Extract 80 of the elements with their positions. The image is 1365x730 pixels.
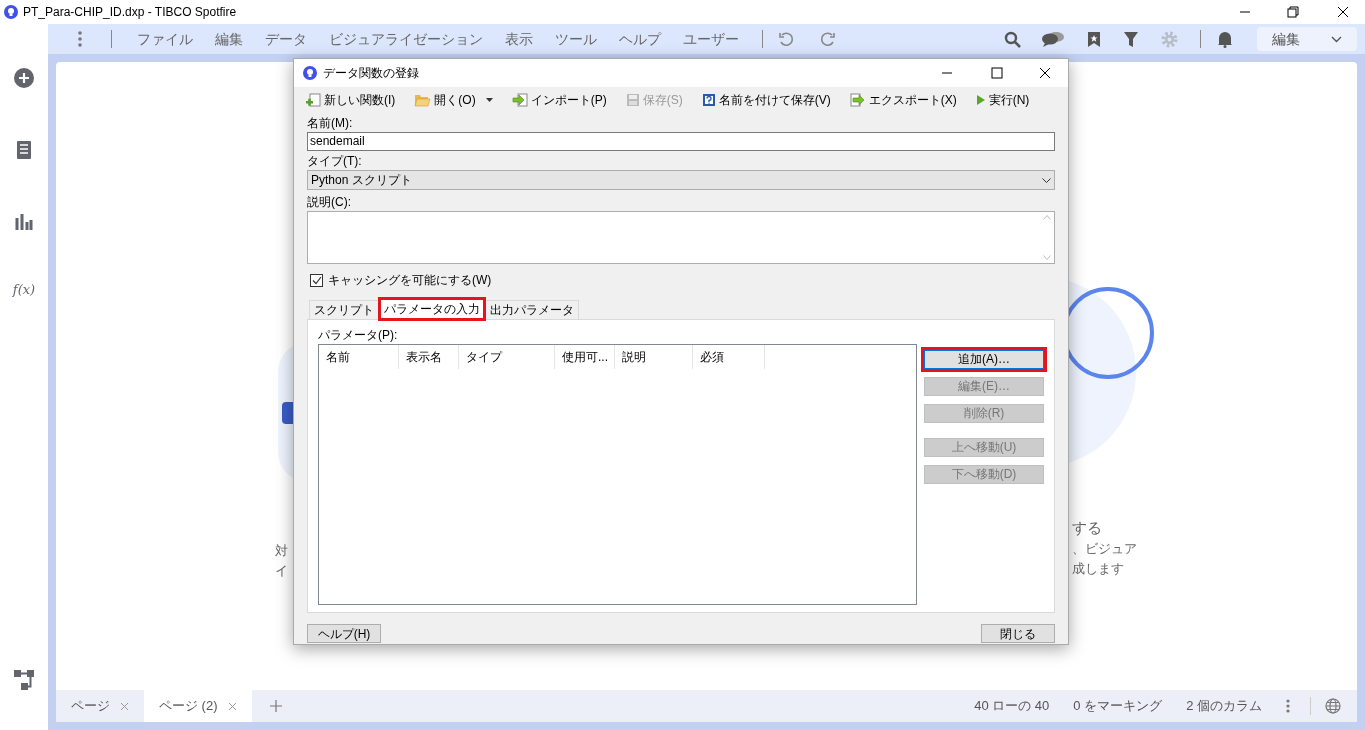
column-header[interactable]: タイプ xyxy=(459,345,555,369)
status-text: 40 ローの 40 xyxy=(974,697,1050,716)
chevron-down-icon xyxy=(1042,177,1051,183)
column-header[interactable]: 説明 xyxy=(615,345,693,369)
bar-chart-icon[interactable] xyxy=(15,212,33,230)
column-header[interactable]: 使用可... xyxy=(555,345,615,369)
menu-item[interactable]: データ xyxy=(254,28,318,50)
mode-dropdown[interactable]: 編集 xyxy=(1257,27,1357,51)
empty-canvas-text: 対 xyxy=(275,542,288,560)
more-icon[interactable] xyxy=(78,31,82,47)
parameter-list[interactable]: 名前 表示名 タイプ 使用可... 説明 必須 xyxy=(318,344,917,605)
arrow-document-icon xyxy=(511,93,528,107)
field-label: タイプ(T): xyxy=(307,153,363,170)
bookmark-icon[interactable] xyxy=(1087,30,1101,48)
globe-icon[interactable] xyxy=(1325,698,1341,714)
close-icon[interactable] xyxy=(1039,67,1051,79)
column-header[interactable]: 必須 xyxy=(693,345,765,369)
column-header[interactable]: 名前 xyxy=(319,345,399,369)
maximize-icon[interactable] xyxy=(991,67,1003,79)
tab[interactable]: 出力パラメータ xyxy=(485,300,579,319)
add-document-icon xyxy=(306,92,321,108)
app-logo-icon xyxy=(4,5,18,19)
field-label: 説明(C): xyxy=(307,194,352,211)
type-dropdown[interactable]: Python スクリプト xyxy=(307,170,1055,190)
menu-item[interactable]: ビジュアライゼーション xyxy=(318,28,494,50)
question-document-icon xyxy=(701,93,716,107)
tab[interactable]: パラメータの入力 xyxy=(379,298,485,320)
menu-item[interactable]: ファイル xyxy=(126,28,204,50)
toolbar-button[interactable]: 名前を付けて保存(V) xyxy=(701,91,831,109)
undo-icon[interactable] xyxy=(778,31,794,47)
toolbar-button[interactable]: エクスポート(X) xyxy=(849,91,957,109)
list-icon[interactable] xyxy=(16,140,32,160)
speech-bubbles-icon[interactable] xyxy=(1041,31,1065,47)
toolbar-button[interactable]: 開く(O) xyxy=(414,91,476,109)
app-logo-icon xyxy=(303,66,317,80)
toolbar-button[interactable]: 実行(N) xyxy=(975,91,1030,109)
more-icon[interactable] xyxy=(1286,699,1290,713)
help-button[interactable]: ヘルプ(H) xyxy=(307,624,381,643)
arrow-document-icon xyxy=(849,93,866,107)
field-label: パラメータ(P): xyxy=(318,327,399,344)
add-icon[interactable] xyxy=(269,700,282,712)
dialog-title: データ関数の登録 xyxy=(323,65,419,82)
tab[interactable]: スクリプト xyxy=(309,300,379,319)
bell-icon[interactable] xyxy=(1217,30,1233,48)
menu-item[interactable]: 編集 xyxy=(204,28,254,50)
toolbar-button[interactable]: インポート(P) xyxy=(511,91,607,109)
close-icon[interactable] xyxy=(1337,6,1349,18)
add-icon[interactable] xyxy=(13,67,35,89)
name-field[interactable]: sendemail xyxy=(307,132,1055,151)
status-text: 0 をマーキング xyxy=(1073,697,1163,716)
empty-canvas-text: 成します xyxy=(1072,560,1125,578)
menu-item[interactable]: ツール xyxy=(544,28,608,50)
empty-canvas-text: イ xyxy=(275,562,288,580)
status-text: 2 個のカラム xyxy=(1186,697,1262,716)
dialog-button[interactable]: 追加(A)… xyxy=(924,350,1044,369)
menu-item[interactable]: ヘルプ xyxy=(608,28,672,50)
page-tab[interactable]: ページ xyxy=(56,690,144,722)
empty-canvas-text: する xyxy=(1072,518,1103,538)
check-icon xyxy=(311,275,322,285)
empty-canvas-text: 、ビジュア xyxy=(1072,540,1137,558)
column-header[interactable]: 表示名 xyxy=(399,345,459,369)
redo-icon[interactable] xyxy=(820,31,836,47)
function-icon[interactable]: f(x) xyxy=(12,280,36,300)
page-tab[interactable]: ページ (2) xyxy=(144,690,252,722)
search-icon[interactable] xyxy=(1004,30,1021,48)
menu-item[interactable]: 表示 xyxy=(494,28,544,50)
play-icon xyxy=(975,94,986,106)
caret-icon[interactable] xyxy=(485,98,493,102)
chevron-down-icon xyxy=(1331,35,1342,43)
restore-icon[interactable] xyxy=(1287,6,1299,18)
checkbox-label: キャッシングを可能にする(W) xyxy=(328,272,492,289)
field-label: 名前(M): xyxy=(307,115,354,132)
window-title: PT_Para-CHIP_ID.dxp - TIBCO Spotfire xyxy=(23,4,237,21)
hierarchy-icon[interactable] xyxy=(14,670,34,690)
close-button[interactable]: 閉じる xyxy=(981,624,1055,643)
checkbox[interactable] xyxy=(310,273,323,287)
filter-icon[interactable] xyxy=(1123,30,1139,48)
menu-item[interactable]: ユーザー xyxy=(672,28,750,50)
toolbar-button[interactable]: 新しい関数(I) xyxy=(306,91,396,109)
folder-icon xyxy=(414,93,432,107)
